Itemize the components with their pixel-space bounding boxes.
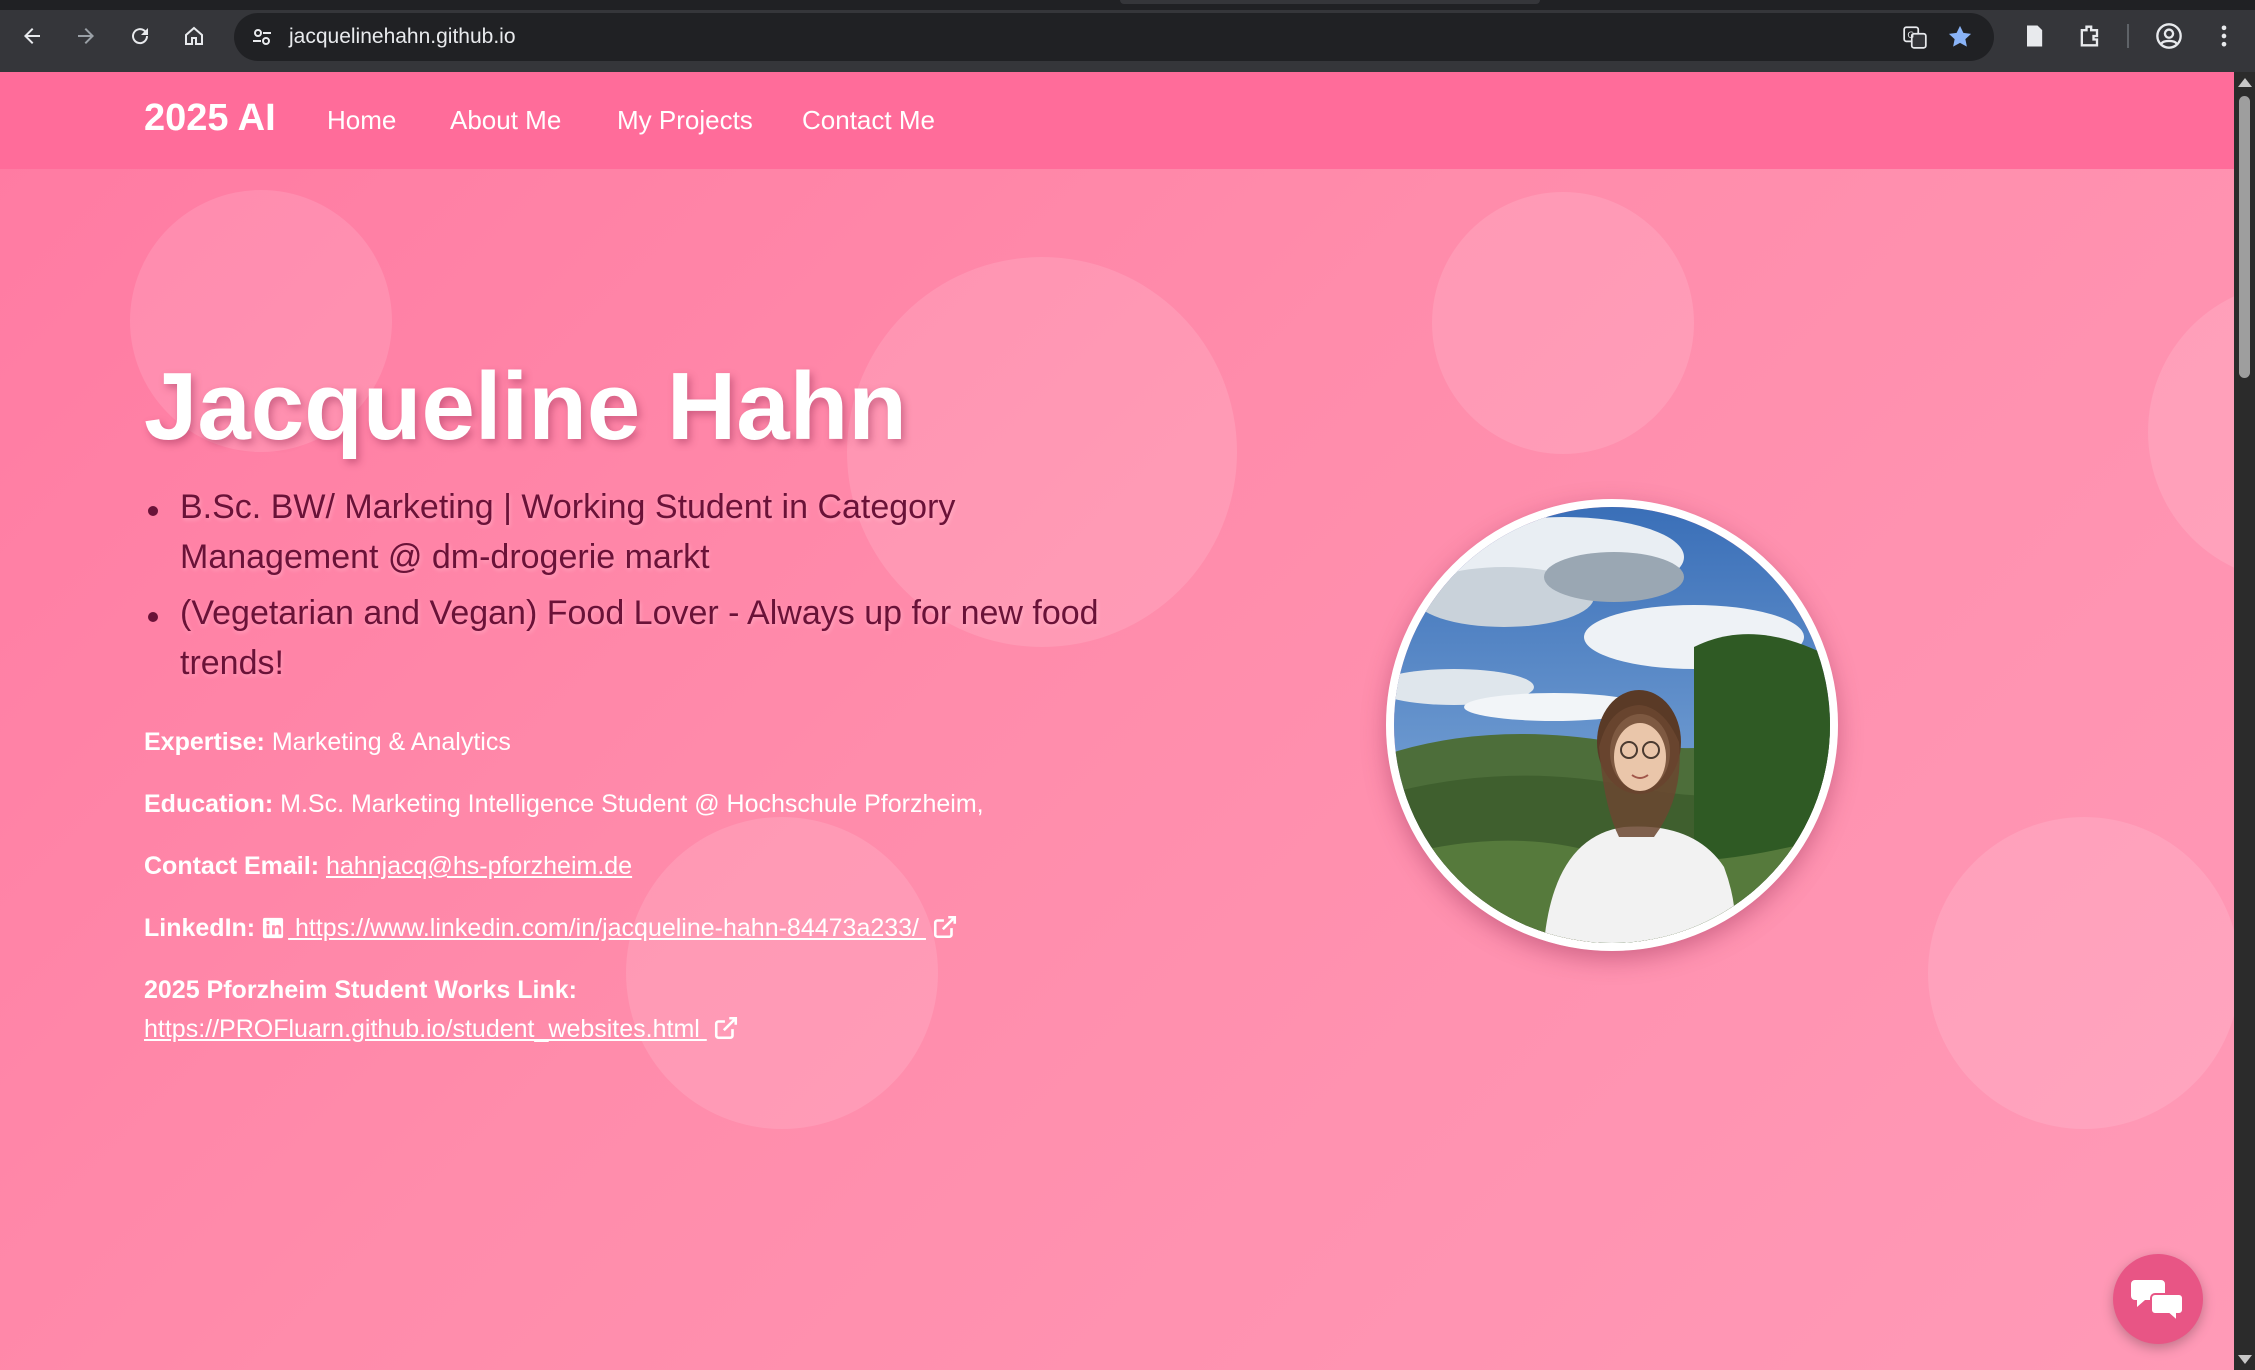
decorative-bubble	[1432, 192, 1694, 454]
scroll-up-arrow-icon[interactable]	[2238, 78, 2252, 87]
site-navbar: 2025 AI Home About Me My Projects Contac…	[0, 72, 2234, 169]
decorative-bubble	[2148, 282, 2234, 582]
browser-toolbar: jacquelinehahn.github.io G	[0, 0, 2255, 72]
linkedin-icon	[262, 917, 284, 939]
scrollbar-thumb[interactable]	[2239, 96, 2250, 378]
hero-bullet: (Vegetarian and Vegan) Food Lover - Alwa…	[144, 588, 1104, 688]
svg-text:G: G	[1907, 31, 1914, 41]
home-icon[interactable]	[176, 18, 212, 54]
email-link[interactable]: hahnjacq@hs-pforzheim.de	[326, 852, 632, 880]
decorative-bubble	[626, 817, 938, 1129]
hero-name: Jacqueline Hahn	[144, 353, 907, 460]
address-bar[interactable]: jacquelinehahn.github.io G	[234, 13, 1994, 61]
hero-bullet-list: B.Sc. BW/ Marketing | Working Student in…	[144, 482, 1104, 694]
education-label: Education:	[144, 790, 274, 818]
bullet-dot	[148, 612, 158, 622]
hero-bullet-text: (Vegetarian and Vegan) Food Lover - Alwa…	[180, 594, 1099, 682]
linkedin-link[interactable]: https://www.linkedin.com/in/jacqueline-h…	[288, 914, 926, 942]
email-row: Contact Email: hahnjacq@hs-pforzheim.de	[144, 852, 632, 881]
chat-bubbles-icon	[2131, 1280, 2184, 1322]
scroll-down-arrow-icon[interactable]	[2238, 1355, 2252, 1364]
profile-photo-image	[1394, 507, 1830, 943]
bookmark-star-icon[interactable]	[1946, 23, 1974, 51]
site-brand[interactable]: 2025 AI	[144, 97, 276, 140]
forward-icon[interactable]	[68, 18, 104, 54]
hero-bullet-text: B.Sc. BW/ Marketing | Working Student in…	[180, 488, 956, 576]
nav-my-projects[interactable]: My Projects	[617, 105, 753, 136]
student-works-link[interactable]: https://PROFluarn.github.io/student_webs…	[144, 1015, 707, 1043]
tab-strip	[0, 0, 2255, 10]
hero-bullet: B.Sc. BW/ Marketing | Working Student in…	[144, 482, 1104, 582]
chat-button[interactable]	[2113, 1254, 2203, 1344]
toolbar-divider	[2127, 24, 2129, 48]
student-works-link-row: https://PROFluarn.github.io/student_webs…	[144, 1015, 739, 1044]
back-icon[interactable]	[14, 18, 50, 54]
nav-contact-me[interactable]: Contact Me	[802, 105, 935, 136]
email-label: Contact Email:	[144, 852, 320, 880]
nav-home[interactable]: Home	[327, 105, 396, 136]
translate-icon[interactable]: G	[1902, 24, 1928, 50]
nav-about-me[interactable]: About Me	[450, 105, 561, 136]
external-link-icon[interactable]	[713, 1015, 739, 1041]
extensions-icon[interactable]	[2076, 22, 2104, 50]
reading-list-icon[interactable]	[2020, 22, 2048, 50]
page-scrollbar[interactable]	[2234, 72, 2255, 1370]
reload-icon[interactable]	[122, 18, 158, 54]
decorative-bubble	[1928, 817, 2234, 1129]
page-viewport: 2025 AI Home About Me My Projects Contac…	[0, 72, 2234, 1370]
education-row: Education: M.Sc. Marketing Intelligence …	[144, 790, 984, 819]
education-value: M.Sc. Marketing Intelligence Student @ H…	[280, 790, 984, 818]
profile-photo	[1386, 499, 1838, 951]
external-link-icon[interactable]	[932, 914, 958, 940]
expertise-label: Expertise:	[144, 728, 265, 756]
bullet-dot	[148, 506, 158, 516]
linkedin-label: LinkedIn:	[144, 914, 256, 942]
linkedin-row: LinkedIn: https://www.linkedin.com/in/ja…	[144, 914, 958, 943]
expertise-row: Expertise: Marketing & Analytics	[144, 728, 511, 757]
student-works-label: 2025 Pforzheim Student Works Link:	[144, 976, 577, 1004]
profile-icon[interactable]	[2155, 22, 2183, 50]
menu-icon[interactable]	[2210, 22, 2238, 50]
student-works-row: 2025 Pforzheim Student Works Link:	[144, 976, 577, 1005]
active-tab-edge	[1120, 0, 1540, 4]
site-settings-icon[interactable]	[250, 25, 274, 49]
expertise-value: Marketing & Analytics	[271, 728, 511, 756]
url-text[interactable]: jacquelinehahn.github.io	[289, 25, 516, 49]
